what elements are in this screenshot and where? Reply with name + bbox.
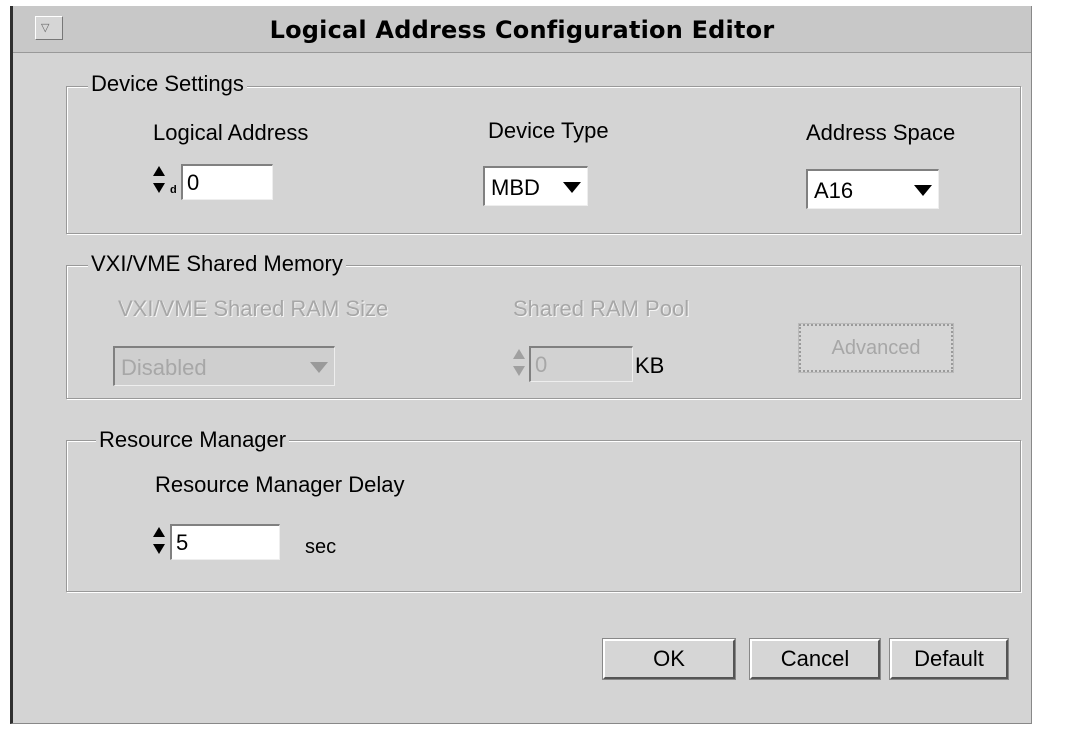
window-title: Logical Address Configuration Editor: [269, 16, 775, 44]
device-settings-group: [66, 86, 1021, 234]
logical-address-label: Logical Address: [153, 120, 309, 145]
resource-manager-group: [66, 440, 1021, 592]
radix-indicator[interactable]: d: [170, 184, 177, 196]
spin-down-icon[interactable]: [513, 366, 525, 376]
device-type-select[interactable]: MBD: [483, 166, 588, 206]
logical-address-spinner[interactable]: [151, 163, 167, 197]
address-space-label: Address Space: [806, 120, 956, 145]
address-space-select[interactable]: A16: [806, 169, 939, 209]
advanced-button[interactable]: Advanced: [798, 323, 954, 373]
ok-button[interactable]: OK: [602, 638, 736, 680]
shared-memory-legend: VXI/VME Shared Memory: [88, 252, 346, 276]
dropdown-arrow-icon[interactable]: [310, 362, 328, 373]
resource-manager-legend: Resource Manager: [96, 428, 290, 452]
spin-up-icon[interactable]: [513, 349, 525, 359]
shared-ram-size-value: Disabled: [121, 355, 207, 380]
shared-ram-size-select[interactable]: Disabled: [113, 346, 335, 386]
resource-manager-delay-input[interactable]: 5: [170, 524, 280, 560]
dropdown-arrow-icon[interactable]: [914, 185, 932, 196]
logical-address-input[interactable]: 0: [181, 164, 273, 200]
shared-ram-pool-spinner[interactable]: [511, 346, 527, 380]
title-bar[interactable]: ▽ Logical Address Configuration Editor: [13, 6, 1031, 53]
resource-manager-delay-label: Resource Manager Delay: [155, 472, 405, 497]
resource-manager-delay-unit: sec: [305, 536, 337, 558]
device-settings-legend: Device Settings: [88, 72, 247, 96]
shared-ram-pool-unit: KB: [635, 353, 665, 378]
spin-up-icon[interactable]: [153, 527, 165, 537]
device-type-value: MBD: [491, 175, 540, 200]
cancel-button[interactable]: Cancel: [749, 638, 881, 680]
dialog-window: ▽ Logical Address Configuration Editor D…: [10, 6, 1032, 724]
spin-down-icon[interactable]: [153, 183, 165, 193]
default-button[interactable]: Default: [889, 638, 1009, 680]
shared-ram-pool-label: Shared RAM Pool: [513, 296, 690, 321]
shared-ram-pool-input[interactable]: 0: [529, 346, 633, 382]
device-type-label: Device Type: [488, 118, 609, 143]
spin-up-icon[interactable]: [153, 166, 165, 176]
address-space-value: A16: [814, 178, 854, 203]
spin-down-icon[interactable]: [153, 544, 165, 554]
resource-manager-delay-spinner[interactable]: [151, 524, 167, 558]
dropdown-arrow-icon[interactable]: [563, 182, 581, 193]
shared-ram-size-label: VXI/VME Shared RAM Size: [118, 296, 389, 321]
